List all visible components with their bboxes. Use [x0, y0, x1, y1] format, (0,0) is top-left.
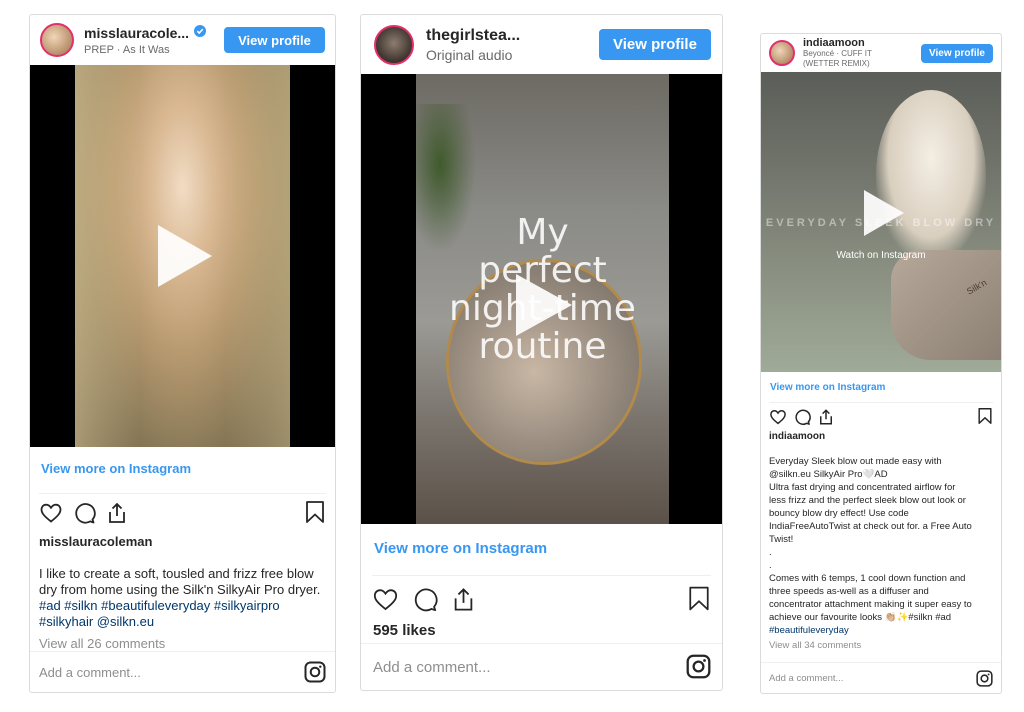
- bookmark-icon[interactable]: [977, 407, 993, 425]
- view-profile-button[interactable]: View profile: [224, 27, 325, 53]
- caption: I like to create a soft, tousled and fri…: [30, 549, 335, 630]
- likes-count[interactable]: 595 likes: [361, 613, 722, 639]
- share-icon[interactable]: [450, 586, 477, 613]
- share-icon[interactable]: [105, 501, 129, 525]
- instagram-icon[interactable]: [304, 661, 326, 686]
- caption-line: less frizz and the perfect sleek blow ou…: [769, 495, 966, 506]
- caption-line: .: [769, 547, 772, 558]
- view-more-link[interactable]: View more on Instagram: [361, 524, 722, 562]
- avatar[interactable]: [40, 23, 74, 57]
- bookmark-icon[interactable]: [687, 585, 711, 612]
- share-icon[interactable]: [817, 408, 835, 426]
- verified-icon: [194, 24, 207, 42]
- post-header: indiaamoon Beyoncé · CUFF IT (WETTER REM…: [761, 34, 1001, 72]
- caption-line: dry from home using the Silk'n SilkyAir …: [39, 582, 321, 597]
- heart-icon[interactable]: [39, 501, 63, 525]
- audio-subtitle-line: Beyoncé · CUFF IT: [803, 49, 872, 58]
- audio-subtitle: PREP · As It Was: [84, 44, 170, 56]
- caption-username[interactable]: indiaamoon: [761, 426, 1001, 442]
- caption-line: bouncy blow dry effect! Use code: [769, 508, 909, 519]
- instagram-embed-1: misslauracole... PREP · As It Was View p…: [29, 14, 336, 693]
- caption-line: .: [769, 560, 772, 571]
- add-comment-bar: Add a comment...: [761, 662, 1001, 693]
- avatar[interactable]: [374, 24, 414, 65]
- audio-subtitle: Original audio: [426, 46, 513, 63]
- add-comment-bar: Add a comment...: [361, 643, 722, 690]
- overlay-line: My: [516, 212, 569, 253]
- hashtag-line[interactable]: #beautifuleveryday: [769, 624, 993, 637]
- audio-subtitle-line: (WETTER REMIX): [803, 59, 870, 68]
- video-media[interactable]: EVERYDAY SLEEK BLOW DRY Watch on Instagr…: [761, 72, 1001, 372]
- hashtag-line[interactable]: #ad #silkn #beautifuleveryday #silkyairp…: [39, 598, 326, 614]
- add-comment-input[interactable]: Add a comment...: [373, 659, 491, 676]
- view-all-comments[interactable]: View all 26 comments: [30, 630, 335, 651]
- caption-line: I like to create a soft, tousled and fri…: [39, 566, 314, 581]
- caption-line: Everyday Sleek blow out made easy with: [769, 456, 942, 467]
- username[interactable]: misslauracole...: [84, 25, 189, 41]
- video-media[interactable]: [30, 65, 335, 447]
- caption: Everyday Sleek blow out made easy with @…: [761, 442, 1001, 637]
- post-actions: [30, 494, 335, 526]
- bookmark-icon[interactable]: [304, 500, 326, 524]
- add-comment-input[interactable]: Add a comment...: [769, 673, 843, 684]
- comment-icon[interactable]: [411, 586, 438, 613]
- caption-line: Ultra fast drying and concentrated airfl…: [769, 482, 956, 493]
- caption-line: @silkn.eu SilkyAir Pro🤍AD: [769, 469, 888, 480]
- instagram-icon[interactable]: [686, 654, 711, 683]
- hashtag-line[interactable]: #silkyhair @silkn.eu: [39, 614, 326, 630]
- view-profile-button[interactable]: View profile: [921, 44, 993, 63]
- instagram-embed-3: indiaamoon Beyoncé · CUFF IT (WETTER REM…: [760, 33, 1002, 694]
- username[interactable]: indiaamoon: [803, 37, 872, 49]
- caption-line: Twist!: [769, 534, 794, 545]
- caption-line: concentrator attachment making it super …: [769, 599, 972, 610]
- heart-icon[interactable]: [769, 408, 787, 426]
- caption-line: three speeds as-well as a diffuser and: [769, 586, 929, 597]
- avatar[interactable]: [769, 40, 795, 66]
- instagram-icon[interactable]: [976, 670, 993, 690]
- post-actions: [761, 403, 1001, 426]
- view-more-link[interactable]: View more on Instagram: [761, 372, 1001, 396]
- post-actions: [361, 576, 722, 613]
- caption-line: Comes with 6 temps, 1 cool down function…: [769, 573, 966, 584]
- watch-on-instagram[interactable]: Watch on Instagram: [761, 250, 1001, 261]
- play-icon[interactable]: [158, 225, 212, 287]
- caption-line: achieve our favourite looks 👏🏼✨#silkn #a…: [769, 612, 952, 623]
- view-profile-button[interactable]: View profile: [599, 29, 711, 60]
- post-header: misslauracole... PREP · As It Was View p…: [30, 15, 335, 65]
- post-header: thegirlstea... Original audio View profi…: [361, 15, 722, 74]
- comment-icon[interactable]: [793, 408, 811, 426]
- instagram-embed-2: thegirlstea... Original audio View profi…: [360, 14, 723, 691]
- comment-icon[interactable]: [72, 501, 96, 525]
- view-more-link[interactable]: View more on Instagram: [30, 447, 335, 485]
- add-comment-input[interactable]: Add a comment...: [39, 665, 141, 680]
- caption-line: IndiaFreeAutoTwist at check out for. a F…: [769, 521, 972, 532]
- dryer-shape: [891, 250, 1001, 360]
- add-comment-bar: Add a comment...: [30, 651, 335, 692]
- view-all-comments[interactable]: View all 34 comments: [761, 637, 1001, 651]
- username[interactable]: thegirlstea...: [426, 27, 520, 45]
- caption-username[interactable]: misslauracoleman: [30, 526, 335, 549]
- play-icon[interactable]: [516, 274, 572, 336]
- heart-icon[interactable]: [372, 586, 399, 613]
- play-icon[interactable]: [864, 190, 904, 236]
- video-media[interactable]: My perfect night-time routine: [361, 74, 722, 524]
